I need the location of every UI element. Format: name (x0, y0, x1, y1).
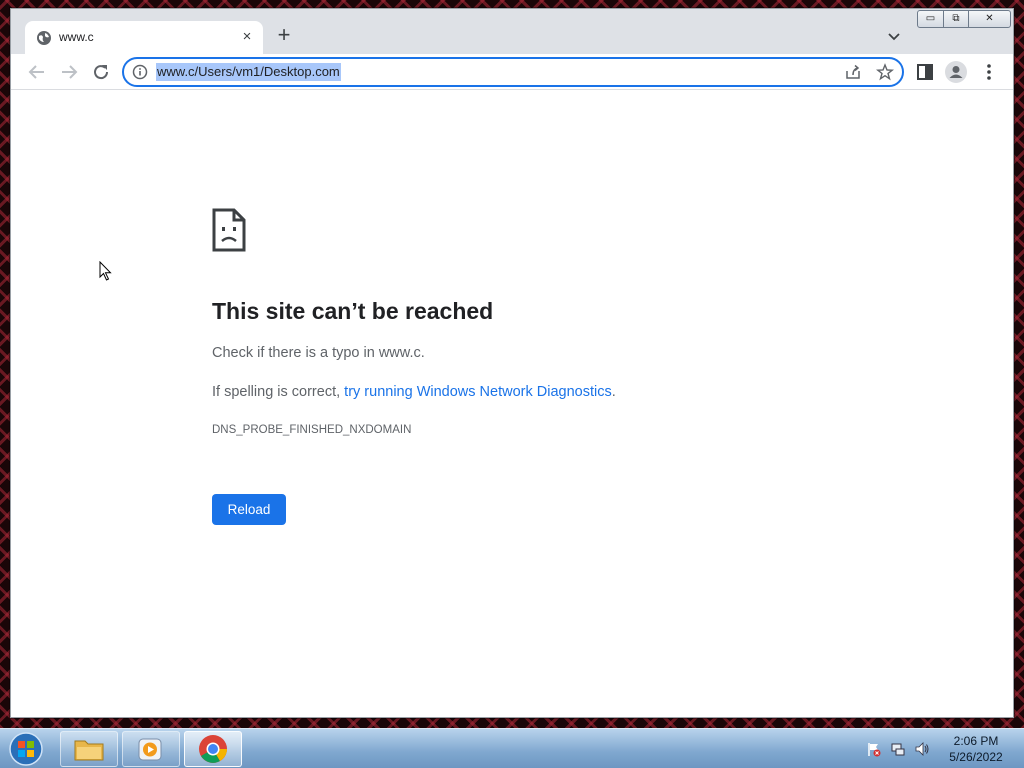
close-window-button[interactable]: ✕ (968, 10, 1011, 28)
error-code: DNS_PROBE_FINISHED_NXDOMAIN (212, 424, 412, 436)
tab-close-icon[interactable]: × (239, 29, 255, 45)
browser-toolbar: www.c/Users/vm1/Desktop.com (11, 54, 1013, 90)
reload-button[interactable]: Reload (212, 494, 286, 525)
page-content: This site can’t be reached Check if ther… (11, 91, 1013, 717)
tab-search-chevron-icon[interactable] (885, 27, 903, 45)
sad-document-icon (212, 208, 246, 252)
network-icon[interactable] (890, 741, 906, 757)
url-text[interactable]: www.c/Users/vm1/Desktop.com (156, 63, 341, 81)
address-bar[interactable]: www.c/Users/vm1/Desktop.com (122, 57, 904, 87)
network-diagnostics-link[interactable]: try running Windows Network Diagnostics (344, 384, 612, 400)
taskbar: 2:06 PM 5/26/2022 (0, 728, 1024, 768)
mouse-cursor-icon (99, 261, 112, 281)
diagnostics-prefix: If spelling is correct, (212, 384, 345, 400)
side-panel-icon[interactable] (913, 60, 937, 84)
tab-title: www.c (59, 30, 94, 44)
media-player-icon (138, 738, 162, 761)
folder-icon (74, 740, 104, 761)
taskbar-clock[interactable]: 2:06 PM 5/26/2022 (940, 733, 1012, 765)
new-tab-button[interactable]: + (273, 24, 295, 47)
profile-avatar-icon[interactable] (944, 60, 968, 84)
reload-icon[interactable] (89, 60, 113, 84)
clock-time: 2:06 PM (953, 734, 999, 748)
diagnostics-suffix: . (611, 384, 616, 400)
windows-start-icon[interactable] (6, 731, 46, 767)
error-title: This site can’t be reached (212, 298, 494, 324)
error-suggestion-diagnostics: If spelling is correct, try running Wind… (212, 384, 616, 400)
action-center-flag-icon[interactable] (866, 741, 882, 757)
share-icon[interactable] (844, 63, 862, 81)
error-suggestion-typo: Check if there is a typo in www.c. (212, 345, 425, 361)
minimize-button[interactable]: ▭ (917, 10, 944, 28)
taskbar-file-explorer[interactable] (60, 731, 118, 767)
chrome-icon (199, 735, 227, 763)
forward-arrow-icon[interactable] (57, 60, 81, 84)
globe-icon (37, 31, 51, 45)
taskbar-media-player[interactable] (122, 731, 180, 767)
volume-icon[interactable] (914, 741, 930, 757)
clock-date: 5/26/2022 (949, 750, 1003, 764)
tab-active[interactable]: www.c × (25, 21, 263, 54)
back-arrow-icon[interactable] (25, 60, 49, 84)
tab-strip: www.c × + ▭ ⧉ ✕ (11, 9, 1013, 54)
taskbar-chrome[interactable] (184, 731, 242, 767)
menu-kebab-icon[interactable] (977, 60, 1001, 84)
bookmark-star-icon[interactable] (876, 63, 894, 81)
info-icon[interactable] (132, 64, 148, 80)
maximize-button[interactable]: ⧉ (943, 10, 969, 28)
browser-window: www.c × + ▭ ⧉ ✕ www.c/Users/vm1/Desktop.… (10, 8, 1014, 718)
